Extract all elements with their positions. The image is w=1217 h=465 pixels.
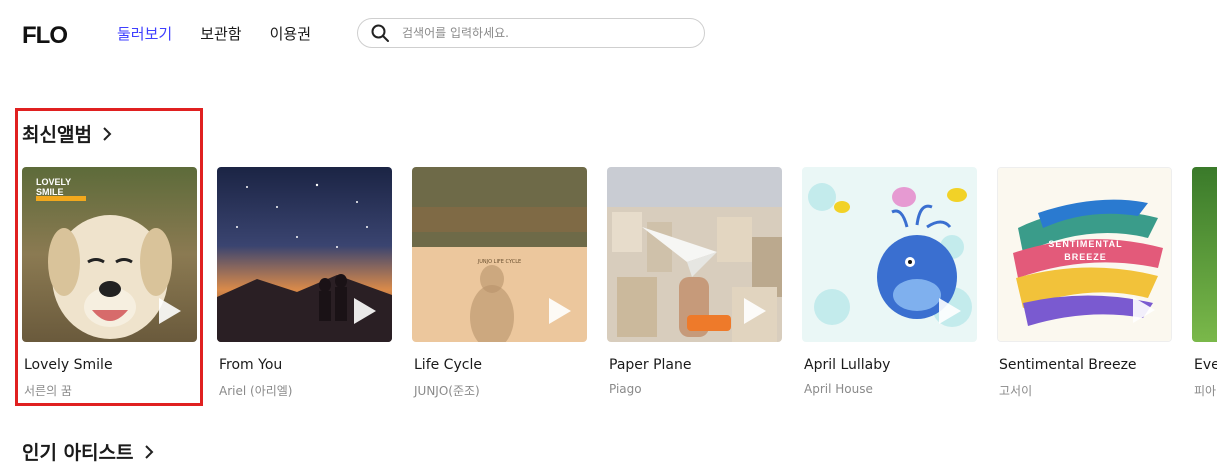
album-cover[interactable] xyxy=(802,167,977,342)
album-carousel: LOVELY SMILE Lovely Smile 서른의 꿈 From You… xyxy=(22,167,1217,407)
album-title[interactable]: Eve xyxy=(1194,357,1217,373)
album-title[interactable]: April Lullaby xyxy=(804,357,890,373)
album-artist[interactable]: Ariel (아리엘) xyxy=(219,382,293,399)
field-cover-art xyxy=(1192,167,1217,342)
nav-browse[interactable]: 둘러보기 xyxy=(117,24,172,44)
album-title[interactable]: Life Cycle xyxy=(414,357,482,373)
album-artist[interactable]: 고서이 xyxy=(999,382,1032,399)
cover-text: JUNJO LIFE CYCLE xyxy=(477,259,522,265)
album-card[interactable]: JUNJO LIFE CYCLE Life Cycle JUNJO(준조) xyxy=(412,167,587,398)
album-card[interactable]: Eve 피아 xyxy=(1192,167,1217,398)
album-cover[interactable]: SENTIMENTAL BREEZE xyxy=(997,167,1172,342)
search-input[interactable] xyxy=(400,25,684,41)
album-artist[interactable]: 서른의 꿈 xyxy=(24,382,72,399)
search-icon[interactable] xyxy=(370,23,390,43)
main-nav: 둘러보기 보관함 이용권 xyxy=(117,24,339,44)
play-icon[interactable] xyxy=(742,296,768,326)
album-card[interactable]: SENTIMENTAL BREEZE Sentimental Breeze 고서… xyxy=(997,167,1172,398)
new-albums-title[interactable]: 최신앨범 xyxy=(22,120,114,147)
album-card[interactable]: April Lullaby April House xyxy=(802,167,977,396)
nav-subscription[interactable]: 이용권 xyxy=(270,24,311,44)
chevron-right-icon xyxy=(100,126,114,141)
album-cover[interactable] xyxy=(607,167,782,342)
album-cover[interactable]: LOVELY SMILE xyxy=(22,167,197,342)
cover-text: LOVELY SMILE xyxy=(36,177,72,197)
header: FLO 둘러보기 보관함 이용권 xyxy=(0,0,1217,70)
album-cover[interactable]: JUNJO LIFE CYCLE xyxy=(412,167,587,342)
album-artist[interactable]: April House xyxy=(804,382,873,396)
album-title[interactable]: From You xyxy=(219,357,282,373)
album-card[interactable]: From You Ariel (아리엘) xyxy=(217,167,392,398)
svg-text:FLO: FLO xyxy=(22,22,67,46)
play-icon[interactable] xyxy=(547,296,573,326)
flo-logo[interactable]: FLO xyxy=(22,22,78,49)
play-icon[interactable] xyxy=(1131,295,1157,325)
album-title[interactable]: Lovely Smile xyxy=(24,357,113,373)
album-title[interactable]: Sentimental Breeze xyxy=(999,357,1137,373)
album-card[interactable]: LOVELY SMILE Lovely Smile 서른의 꿈 xyxy=(22,167,197,398)
play-icon[interactable] xyxy=(352,296,378,326)
play-icon[interactable] xyxy=(937,296,963,326)
play-icon[interactable] xyxy=(157,296,183,326)
album-cover[interactable] xyxy=(217,167,392,342)
album-title[interactable]: Paper Plane xyxy=(609,357,692,373)
search-bar[interactable] xyxy=(357,18,705,48)
album-artist[interactable]: JUNJO(준조) xyxy=(414,382,480,399)
album-artist[interactable]: Piago xyxy=(609,382,642,396)
nav-library[interactable]: 보관함 xyxy=(200,24,241,44)
album-cover[interactable] xyxy=(1192,167,1217,342)
cover-text: SENTIMENTAL BREEZE xyxy=(1048,239,1123,262)
album-card[interactable]: Paper Plane Piago xyxy=(607,167,782,396)
album-artist[interactable]: 피아 xyxy=(1194,382,1216,399)
section-title-label: 최신앨범 xyxy=(22,124,92,146)
